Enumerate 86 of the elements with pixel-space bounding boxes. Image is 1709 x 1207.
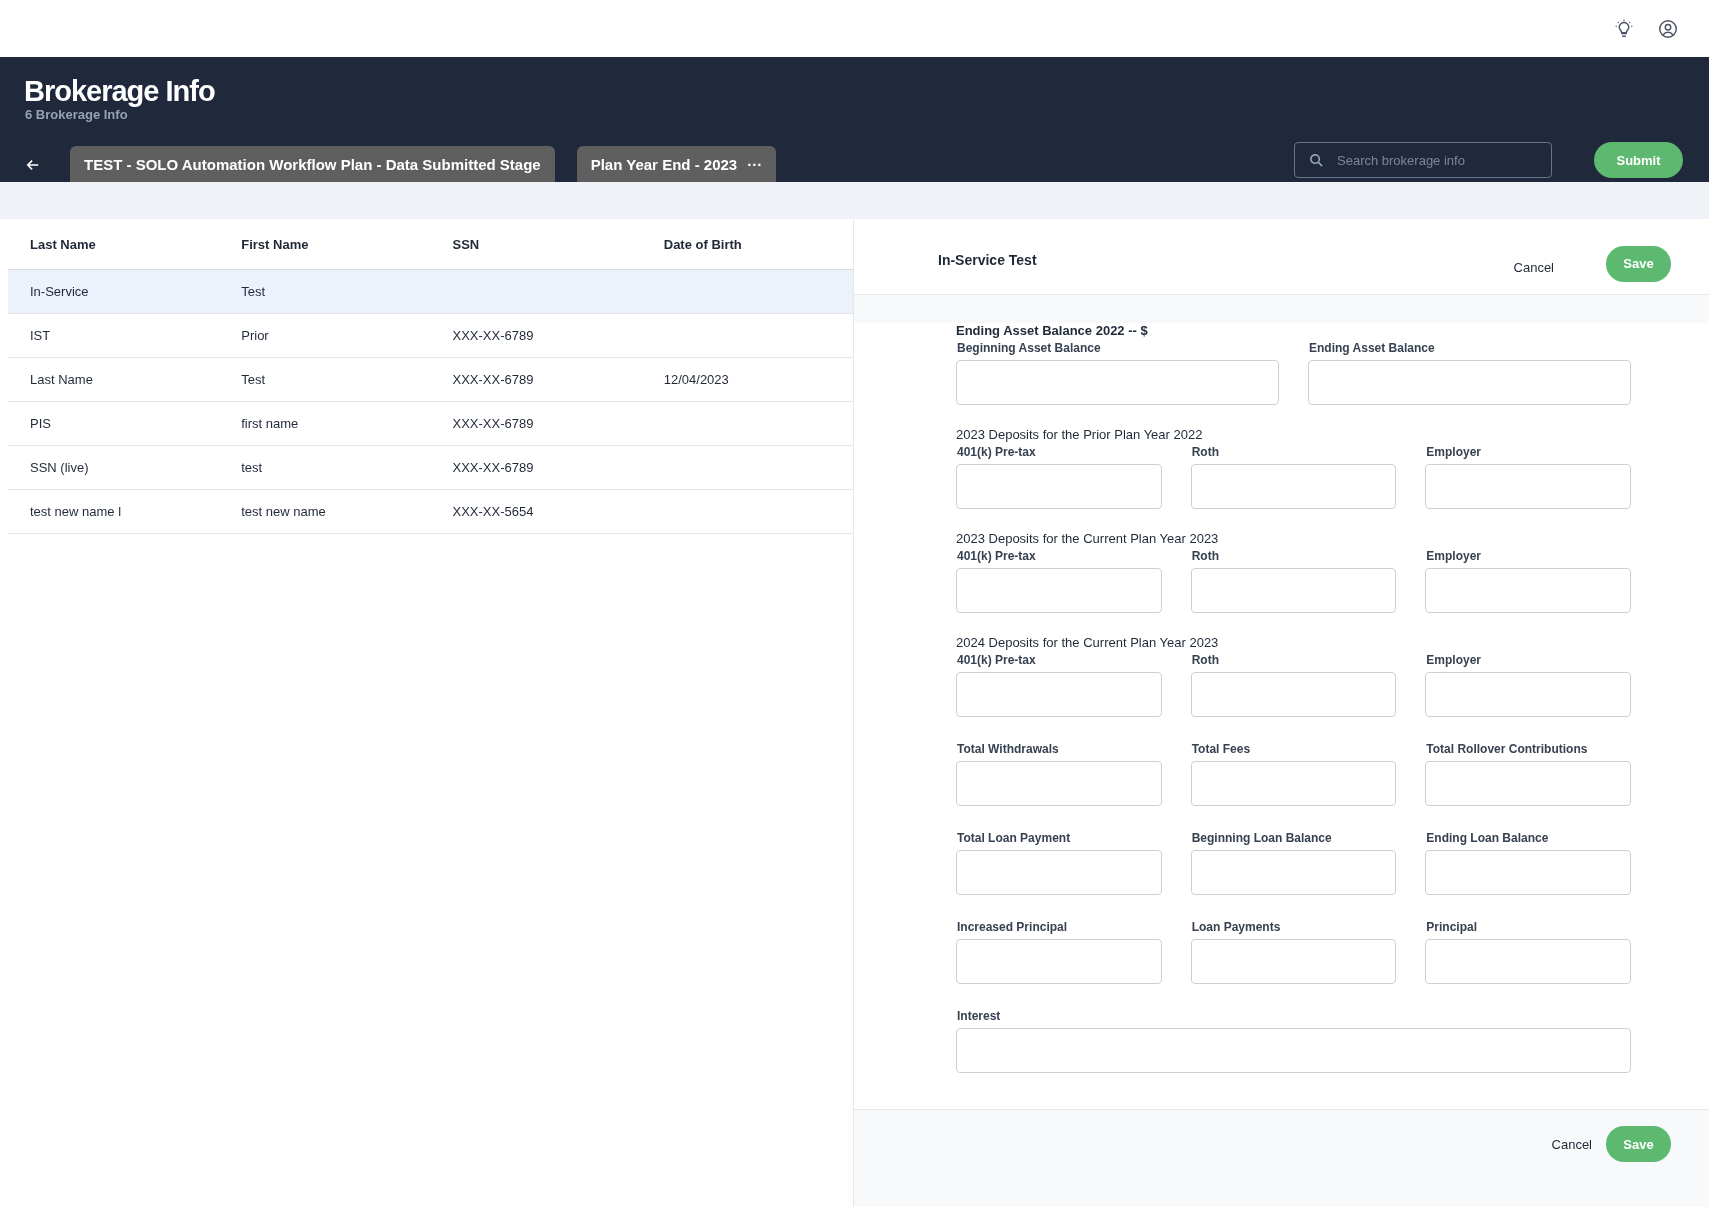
plan-tab[interactable]: TEST - SOLO Automation Workflow Plan - Data Submitted Stage <box>70 146 555 182</box>
table-row[interactable]: Last Name Test XXX-XX-6789 12/04/2023 <box>8 357 853 402</box>
input-field[interactable] <box>1425 464 1631 509</box>
table-row[interactable]: In-Service Test <box>8 269 853 314</box>
table-cell: PIS <box>30 416 51 431</box>
table-cell: Last Name <box>30 372 93 387</box>
back-arrow-icon[interactable] <box>26 158 40 172</box>
field-label: Principal <box>1426 920 1478 934</box>
cancel-button[interactable]: Cancel <box>1545 1126 1598 1162</box>
field-label: Ending Asset Balance <box>1309 341 1436 355</box>
input-field[interactable] <box>956 464 1162 509</box>
record-title: In-Service Test <box>938 251 1038 268</box>
column-header: SSN <box>430 219 642 270</box>
lightbulb-icon[interactable] <box>1613 17 1635 40</box>
input-field[interactable] <box>956 761 1162 806</box>
field-label: Employer <box>1426 653 1482 667</box>
section-heading: 2023 Deposits for the Current Plan Year 2023 <box>956 531 1220 546</box>
table-row[interactable]: IST Prior XXX-XX-6789 <box>8 313 853 358</box>
field-label: Beginning Asset Balance <box>957 341 1102 355</box>
input-field[interactable] <box>956 850 1162 895</box>
table-cell: Test <box>241 284 266 299</box>
section-heading: 2023 Deposits for the Prior Plan Year 2022 <box>956 427 1204 442</box>
field-label: Roth <box>1191 653 1220 667</box>
table-cell: first name <box>241 416 299 431</box>
column-header: Date of Birth <box>641 219 853 270</box>
input-field[interactable] <box>956 360 1279 405</box>
table-cell: test new name l <box>30 504 122 519</box>
cancel-button[interactable]: Cancel <box>1507 260 1560 275</box>
table-cell: XXX-XX-6789 <box>452 328 534 343</box>
field-label: Employer <box>1426 445 1482 459</box>
table-cell: XXX-XX-6789 <box>452 372 534 387</box>
page-subtitle: 6 Brokerage Info <box>25 107 129 122</box>
input-field[interactable] <box>1190 672 1397 717</box>
page-title: Brokerage Info <box>24 75 216 107</box>
input-field[interactable] <box>1425 761 1631 806</box>
table-row[interactable]: SSN (live) test XXX-XX-6789 <box>8 445 853 490</box>
column-header: Last Name <box>8 219 220 270</box>
section-heading: Ending Asset Balance 2022 -- $ <box>956 323 1149 338</box>
field-label: Ending Loan Balance <box>1426 831 1550 845</box>
table-cell: IST <box>30 328 51 343</box>
search-icon <box>1309 153 1324 168</box>
plan-tab[interactable]: Plan Year End - 2023 ··· <box>576 146 777 182</box>
input-field[interactable] <box>1190 939 1397 984</box>
input-field[interactable] <box>1425 568 1631 613</box>
table-cell: SSN (live) <box>30 460 89 475</box>
input-field[interactable] <box>1425 939 1631 984</box>
input-field[interactable] <box>1190 464 1397 509</box>
table-row[interactable]: test new name l test new name XXX-XX-5654 <box>8 489 853 534</box>
field-label: Interest <box>957 1009 1002 1023</box>
table-cell: XXX-XX-6789 <box>452 460 534 475</box>
input-field[interactable] <box>956 1028 1631 1073</box>
table-cell: 12/04/2023 <box>663 372 729 387</box>
input-field[interactable] <box>956 939 1162 984</box>
input-field[interactable] <box>956 568 1162 613</box>
user-account-icon[interactable] <box>1657 17 1679 40</box>
field-label: Beginning Loan Balance <box>1191 831 1333 845</box>
table-cell: test new name <box>241 504 326 519</box>
table-cell: XXX-XX-6789 <box>452 416 534 431</box>
field-label: 401(k) Pre-tax <box>957 445 1037 459</box>
field-label: Total Rollover Contributions <box>1426 742 1589 756</box>
table-cell: test <box>241 460 263 475</box>
field-label: Roth <box>1191 445 1220 459</box>
input-field[interactable] <box>1190 761 1397 806</box>
input-field[interactable] <box>1308 360 1631 405</box>
table-cell: Prior <box>241 328 269 343</box>
table-cell: XXX-XX-5654 <box>452 504 534 519</box>
field-label: Roth <box>1191 549 1220 563</box>
field-label: Total Withdrawals <box>957 742 1060 756</box>
section-heading: 2024 Deposits for the Current Plan Year 2023 <box>956 635 1220 650</box>
input-field[interactable] <box>1190 850 1397 895</box>
table-row[interactable]: PIS first name XXX-XX-6789 <box>8 401 853 446</box>
input-field[interactable] <box>1190 568 1397 613</box>
input-field[interactable] <box>956 672 1162 717</box>
field-label: 401(k) Pre-tax <box>957 549 1037 563</box>
field-label: Increased Principal <box>957 920 1069 934</box>
table-cell: Test <box>241 372 266 387</box>
input-field[interactable] <box>1425 672 1631 717</box>
search-field[interactable]: Search brokerage info <box>1294 142 1552 178</box>
table-cell: In-Service <box>30 284 89 299</box>
input-field[interactable] <box>1425 850 1631 895</box>
field-label: 401(k) Pre-tax <box>957 653 1037 667</box>
column-header: First Name <box>219 219 431 270</box>
field-label: Total Fees <box>1191 742 1252 756</box>
field-label: Loan Payments <box>1191 920 1282 934</box>
field-label: Employer <box>1426 549 1482 563</box>
field-label: Total Loan Payment <box>957 831 1072 845</box>
